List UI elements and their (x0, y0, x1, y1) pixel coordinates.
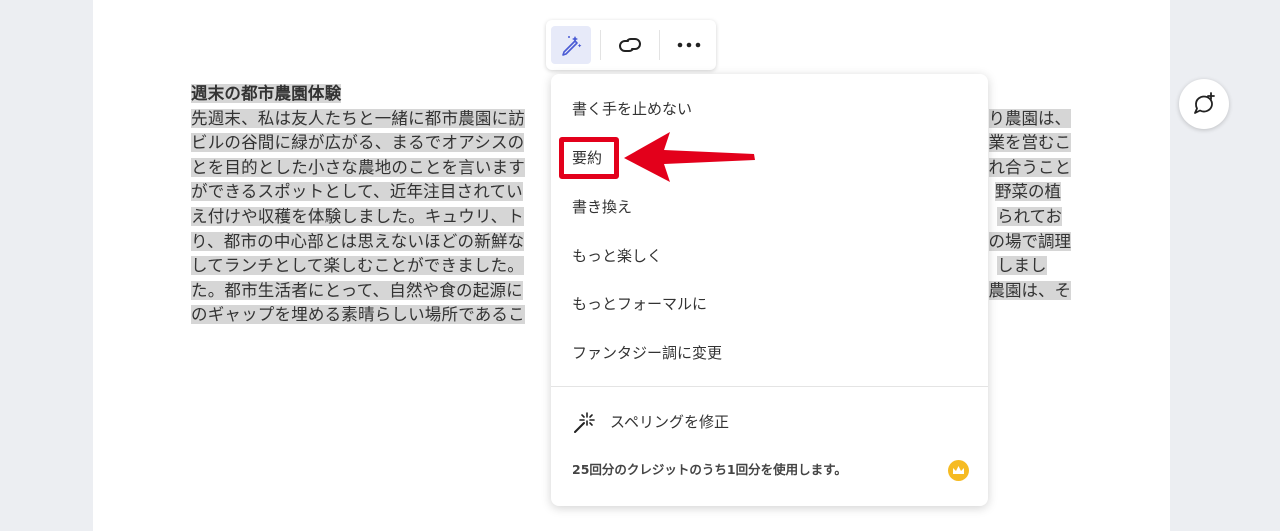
menu-item-more-fun[interactable]: もっと楽しく (572, 244, 662, 268)
paragraph-fragment-7: しまし (997, 256, 1047, 276)
link-icon (619, 38, 641, 52)
menu-item-fix-spelling[interactable]: スペリングを修正 (572, 410, 729, 434)
sparkle-wand-icon (574, 412, 595, 433)
paragraph-line-8[interactable]: た。都市生活者にとって、自然や食の起源に (191, 280, 523, 300)
paragraph-line-5[interactable]: え付けや収穫を体験しました。キュウリ、ト (191, 206, 525, 226)
menu-item-more-formal[interactable]: もっとフォーマルに (572, 292, 707, 316)
document-right-fragments: り農園は、 業を営むこ れ合うこと 野菜の植 られてお の場で調理 しまし 農園… (985, 107, 1071, 304)
paragraph-line-7[interactable]: してランチとして楽しむことができました。 (191, 256, 525, 276)
document-title[interactable]: 週末の都市農園体験 (191, 84, 342, 103)
ai-assist-button[interactable] (551, 26, 591, 64)
paragraph-fragment-1: り農園は、 (988, 108, 1071, 128)
paragraph-line-1[interactable]: 先週末、私は友人たちと一緒に都市農園に訪 (191, 108, 525, 128)
paragraph-line-9[interactable]: のギャップを埋める素晴らしい場所であるこ (191, 305, 525, 325)
menu-item-fantasy[interactable]: ファンタジー調に変更 (572, 341, 722, 365)
more-options-button[interactable] (669, 26, 709, 64)
paragraph-fragment-4: 野菜の植 (995, 182, 1061, 202)
credits-notice: 25回分のクレジットのうち1回分を使用します。 (572, 462, 847, 477)
toolbar-divider (600, 30, 601, 60)
more-icon (677, 42, 701, 48)
paragraph-line-6[interactable]: り、都市の中心部とは思えないほどの新鮮な (191, 231, 525, 251)
crown-icon (948, 460, 969, 481)
annotation-arrow-icon (624, 132, 755, 182)
fix-spelling-label: スペリングを修正 (610, 413, 729, 431)
menu-item-rewrite[interactable]: 書き換え (572, 195, 632, 219)
menu-divider (551, 386, 988, 387)
ai-actions-menu: 書く手を止めない 要約 書き換え もっと楽しく もっとフォーマルに ファンタジー… (551, 74, 988, 506)
add-comment-icon (1194, 92, 1215, 114)
menu-item-summarize[interactable]: 要約 (572, 146, 602, 170)
toolbar-divider (659, 30, 660, 60)
paragraph-line-4[interactable]: ができるスポットとして、近年注目されてい (191, 182, 523, 202)
paragraph-line-3[interactable]: とを目的とした小さな農地のことを言います (191, 157, 525, 177)
add-comment-button[interactable] (1179, 79, 1229, 129)
paragraph-fragment-2: 業を営むこ (988, 133, 1071, 153)
paragraph-line-2[interactable]: ビルの谷間に緑が広がる、まるでオアシスの (191, 133, 525, 153)
paragraph-fragment-5: られてお (997, 206, 1063, 226)
link-button[interactable] (610, 26, 650, 64)
paragraph-fragment-6: の場で調理 (988, 231, 1071, 251)
floating-toolbar (546, 20, 716, 70)
menu-item-continue-writing[interactable]: 書く手を止めない (572, 97, 692, 121)
paragraph-fragment-3: れ合うこと (988, 157, 1071, 177)
paragraph-fragment-8: 農園は、そ (988, 280, 1071, 300)
magic-pen-icon (562, 36, 582, 56)
